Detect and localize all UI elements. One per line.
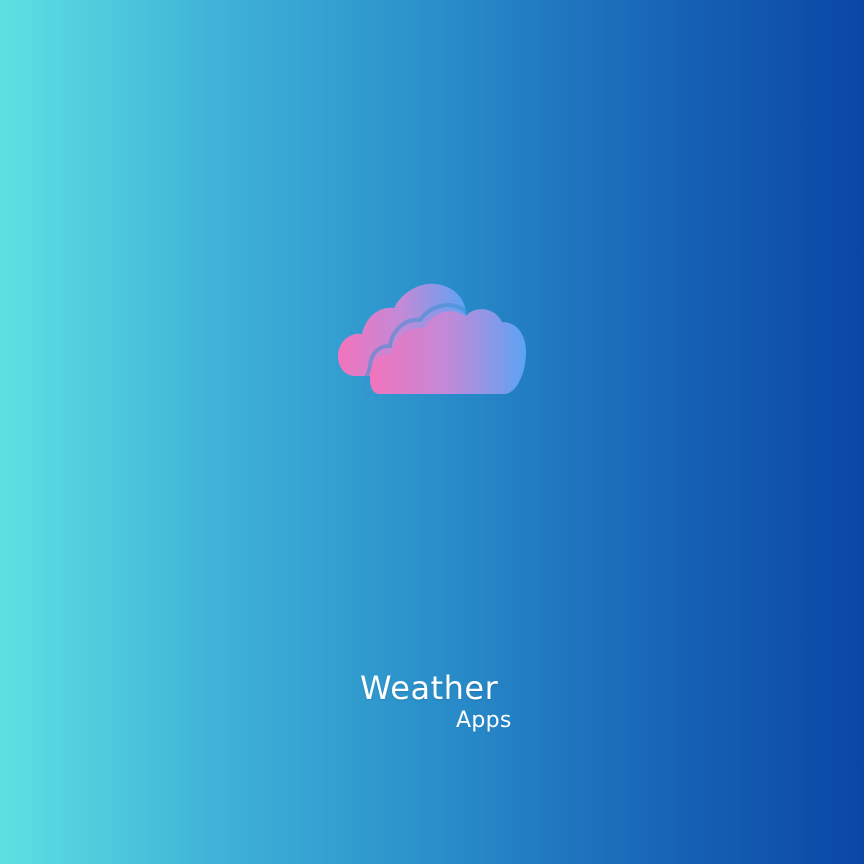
app-title: Weather [360, 669, 499, 707]
cloud-icon [336, 278, 528, 398]
app-wordmark: Weather Apps [356, 668, 526, 748]
app-subtitle: Apps [456, 708, 512, 733]
splash-screen: Weather Apps [0, 0, 864, 864]
